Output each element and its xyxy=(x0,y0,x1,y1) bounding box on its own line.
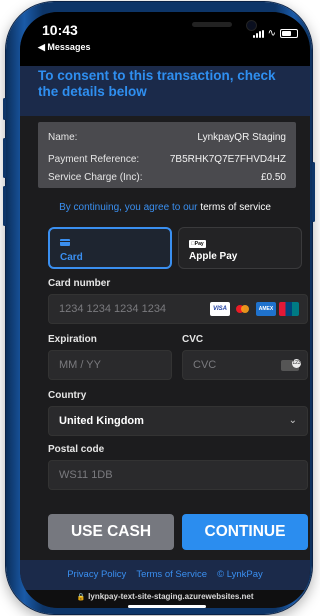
signal-icon xyxy=(252,29,264,38)
tab-card[interactable]: Card xyxy=(48,227,172,269)
phone-frame: 10:43 ◀ Messages ∿ To consent to this tr… xyxy=(3,2,315,614)
card-number-placeholder: 1234 1234 1234 1234 xyxy=(59,303,167,315)
summary-row-name: Name: LynkpayQR Staging xyxy=(48,128,286,146)
continue-button[interactable]: CONTINUE xyxy=(182,514,308,550)
summary-label: Service Charge (Inc): xyxy=(48,171,143,183)
card-brand-logos: VISA AMEX xyxy=(210,302,299,316)
mastercard-icon xyxy=(233,302,253,316)
status-time: 10:43 xyxy=(42,22,78,38)
summary-value: 7B5RHK7Q7E7FHVD4HZ xyxy=(169,153,286,165)
lock-icon: 🔒 xyxy=(76,594,86,601)
summary-value: LynkpayQR Staging xyxy=(197,131,286,143)
payment-method-tabs: Card Pay Apple Pay xyxy=(48,227,302,269)
expiration-placeholder: MM / YY xyxy=(59,359,101,371)
volume-up-button xyxy=(3,138,6,178)
apple-pay-icon: Pay xyxy=(189,237,206,248)
card-number-input[interactable]: 1234 1234 1234 1234 VISA AMEX xyxy=(48,294,308,324)
cvc-input[interactable]: CVC 123 xyxy=(182,350,308,380)
tab-card-label: Card xyxy=(60,252,83,263)
status-bar: 10:43 ◀ Messages ∿ xyxy=(20,12,310,66)
postal-code-placeholder: WS11 1DB xyxy=(59,469,113,481)
terms-of-service-footer-link[interactable]: Terms of Service xyxy=(136,560,207,590)
summary-label: Payment Reference: xyxy=(48,153,140,165)
country-label: Country xyxy=(48,390,87,401)
home-indicator[interactable] xyxy=(128,605,206,608)
chevron-down-icon: ⌄ xyxy=(288,415,297,426)
terms-consent-text: By continuing, you agree to our terms of… xyxy=(20,202,310,213)
wifi-icon: ∿ xyxy=(267,28,276,39)
power-button xyxy=(312,162,315,222)
consent-prefix: By continuing, you agree to our xyxy=(59,202,198,213)
phone-screen: 10:43 ◀ Messages ∿ To consent to this tr… xyxy=(20,12,310,608)
tab-apple-pay-label: Apple Pay xyxy=(189,251,238,262)
summary-row-service-charge: Service Charge (Inc): £0.50 xyxy=(48,168,286,186)
unionpay-icon xyxy=(279,302,299,316)
card-icon xyxy=(60,238,70,248)
url-value: lynkpay-text-site-staging.azurewebsites.… xyxy=(88,592,254,601)
use-cash-button[interactable]: USE CASH xyxy=(48,514,174,550)
privacy-policy-link[interactable]: Privacy Policy xyxy=(67,560,126,590)
amex-icon: AMEX xyxy=(256,302,276,316)
country-select[interactable]: United Kingdom ⌄ xyxy=(48,406,308,436)
country-value: United Kingdom xyxy=(59,415,144,427)
postal-code-input[interactable]: WS11 1DB xyxy=(48,460,308,490)
notch xyxy=(112,12,230,42)
back-to-messages[interactable]: ◀ Messages xyxy=(38,42,90,53)
consent-header: To consent to this transaction, check th… xyxy=(20,66,310,116)
visa-icon: VISA xyxy=(210,302,230,316)
url-text: 🔒 lynkpay-text-site-staging.azurewebsites… xyxy=(20,592,310,601)
speaker xyxy=(192,22,232,27)
terms-of-service-link[interactable]: terms of service xyxy=(200,202,271,213)
status-icons: ∿ xyxy=(252,28,298,39)
card-number-label: Card number xyxy=(48,278,111,289)
copyright-link[interactable]: © LynkPay xyxy=(217,560,263,590)
consent-title: To consent to this transaction, check th… xyxy=(38,68,276,99)
battery-icon xyxy=(280,29,298,38)
tab-apple-pay[interactable]: Pay Apple Pay xyxy=(178,227,302,269)
silent-switch xyxy=(3,98,6,120)
expiration-label: Expiration xyxy=(48,334,97,345)
footer: Privacy Policy Terms of Service © LynkPa… xyxy=(20,560,310,590)
summary-label: Name: xyxy=(48,131,78,143)
summary-value: £0.50 xyxy=(260,171,286,183)
volume-down-button xyxy=(3,186,6,226)
transaction-summary: Name: LynkpayQR Staging Payment Referenc… xyxy=(38,122,296,188)
footer-links: Privacy Policy Terms of Service © LynkPa… xyxy=(20,560,310,590)
cvc-card-icon: 123 xyxy=(281,359,301,371)
cvc-label: CVC xyxy=(182,334,204,345)
cvc-placeholder: CVC xyxy=(193,359,217,371)
postal-code-label: Postal code xyxy=(48,444,105,455)
summary-row-reference: Payment Reference: 7B5RHK7Q7E7FHVD4HZ xyxy=(48,150,286,168)
expiration-input[interactable]: MM / YY xyxy=(48,350,172,380)
